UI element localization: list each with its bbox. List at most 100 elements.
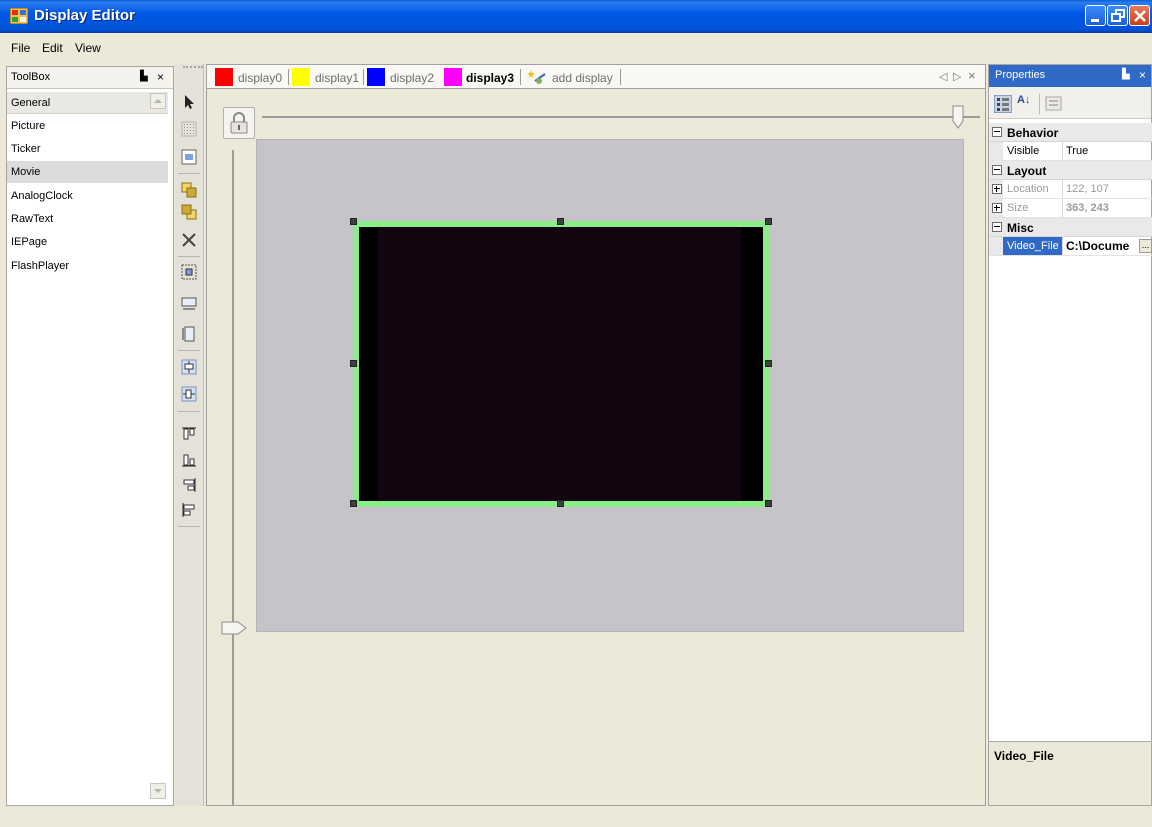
- bring-to-front-icon[interactable]: [181, 182, 197, 198]
- tab-display0[interactable]: display0: [238, 71, 282, 85]
- tab-display1[interactable]: display1: [315, 71, 359, 85]
- tab-display3-color[interactable]: [444, 68, 462, 86]
- resize-handle-bottom-left[interactable]: [350, 500, 357, 507]
- toolbox-item-movie[interactable]: Movie: [7, 161, 168, 183]
- tab-display2[interactable]: display2: [390, 71, 434, 85]
- delete-icon[interactable]: [181, 232, 197, 248]
- minimize-button[interactable]: [1085, 5, 1106, 26]
- toolbox-item-analogclock[interactable]: AnalogClock: [7, 185, 168, 207]
- property-row-location[interactable]: Location 122, 107: [989, 180, 1152, 199]
- category-behavior[interactable]: Behavior: [989, 123, 1152, 142]
- collapse-icon[interactable]: [992, 222, 1002, 232]
- tab-display2-color[interactable]: [367, 68, 385, 86]
- collapse-icon[interactable]: [992, 165, 1002, 175]
- resize-handle-top-right[interactable]: [765, 218, 772, 225]
- toolbox-item-ticker[interactable]: Ticker: [7, 138, 168, 160]
- tab-separator: [620, 69, 621, 85]
- property-pages-icon[interactable]: [1045, 95, 1063, 113]
- chevron-down-icon: [154, 789, 162, 793]
- properties-page-icon[interactable]: [181, 149, 197, 165]
- resize-handle-top[interactable]: [557, 218, 564, 225]
- toolbox-item-flashplayer[interactable]: FlashPlayer: [7, 255, 168, 277]
- horizontal-slider-thumb[interactable]: [952, 105, 964, 129]
- movie-element[interactable]: [353, 221, 769, 507]
- align-right-icon[interactable]: [181, 477, 197, 493]
- menu-view[interactable]: View: [75, 41, 101, 55]
- add-display-icon[interactable]: [527, 69, 547, 85]
- property-row-video-file[interactable]: Video_File C:\Docume ...: [989, 237, 1152, 256]
- property-name: Video_File: [1003, 237, 1062, 255]
- display-canvas[interactable]: [256, 139, 964, 632]
- grid-icon[interactable]: [181, 121, 197, 137]
- resize-handle-bottom-right[interactable]: [765, 500, 772, 507]
- expand-icon[interactable]: [992, 203, 1002, 213]
- category-layout[interactable]: Layout: [989, 161, 1152, 180]
- category-misc[interactable]: Misc: [989, 218, 1152, 237]
- tab-add-display[interactable]: add display: [552, 71, 613, 85]
- toolstrip-separator: [178, 173, 200, 174]
- scroll-down-button[interactable]: [150, 783, 166, 799]
- toolbox-close-icon[interactable]: ×: [157, 70, 164, 84]
- align-left-icon[interactable]: [181, 502, 197, 518]
- toolstrip-grip[interactable]: [183, 66, 203, 69]
- toolbox-item-iepage[interactable]: IEPage: [7, 231, 168, 253]
- property-value[interactable]: 363, 243: [1066, 202, 1109, 214]
- send-to-back-icon[interactable]: [181, 204, 197, 220]
- toolbar-separator: [1039, 94, 1040, 114]
- categorized-icon[interactable]: [994, 95, 1012, 113]
- fit-height-icon[interactable]: [181, 326, 197, 342]
- property-name: Visible: [1007, 145, 1040, 157]
- layout-toolstrip: [175, 64, 204, 806]
- category-misc-label: Misc: [1007, 221, 1034, 235]
- vertical-slider-thumb[interactable]: [221, 621, 247, 635]
- center-both-icon[interactable]: [181, 264, 197, 280]
- tab-display0-color[interactable]: [215, 68, 233, 86]
- align-bottom-icon[interactable]: [181, 452, 197, 468]
- sort-alphabetical-icon[interactable]: A↓: [1017, 94, 1035, 112]
- center-horizontal-icon[interactable]: [181, 359, 197, 375]
- toolbox-panel: ToolBox ▙ × General Picture Ticker Movie…: [6, 66, 174, 806]
- tab-scroll-left-icon[interactable]: ◁: [939, 70, 947, 83]
- toolstrip-separator: [178, 411, 200, 412]
- chevron-up-icon: [154, 99, 162, 103]
- property-row-size[interactable]: Size 363, 243: [989, 199, 1152, 218]
- lock-button[interactable]: [223, 107, 255, 139]
- properties-header: Properties ▙ ×: [989, 65, 1151, 87]
- close-button[interactable]: [1129, 5, 1150, 26]
- property-value[interactable]: True: [1066, 145, 1088, 157]
- properties-toolbar: A↓: [989, 87, 1151, 119]
- align-top-icon[interactable]: [181, 426, 197, 442]
- toolstrip-separator: [178, 526, 200, 527]
- resize-handle-bottom[interactable]: [557, 500, 564, 507]
- menu-file[interactable]: File: [11, 41, 30, 55]
- property-value[interactable]: C:\Docume: [1066, 239, 1129, 253]
- tab-scroll-right-icon[interactable]: ▷: [953, 70, 961, 83]
- row-gutter: [989, 142, 1003, 160]
- expand-icon[interactable]: [992, 184, 1002, 194]
- toolbox-item-picture[interactable]: Picture: [7, 115, 168, 137]
- toolbox-item-rawtext[interactable]: RawText: [7, 208, 168, 230]
- resize-handle-left[interactable]: [350, 360, 357, 367]
- browse-button[interactable]: ...: [1139, 239, 1152, 253]
- pin-icon[interactable]: ▙: [1122, 69, 1130, 80]
- toolbox-group-general[interactable]: General: [7, 92, 168, 114]
- restore-button[interactable]: [1107, 5, 1128, 26]
- property-row-visible[interactable]: Visible True: [989, 142, 1152, 161]
- property-value[interactable]: 122, 107: [1066, 183, 1109, 195]
- scroll-up-button[interactable]: [150, 93, 166, 109]
- resize-handle-top-left[interactable]: [350, 218, 357, 225]
- properties-close-icon[interactable]: ×: [1139, 68, 1146, 82]
- pin-icon[interactable]: ▙: [140, 71, 148, 82]
- pointer-icon[interactable]: [181, 94, 197, 110]
- display-document: display0 display1 display2 display3 add …: [206, 64, 986, 806]
- row-gutter: [989, 237, 1003, 255]
- tab-close-icon[interactable]: ×: [968, 68, 976, 83]
- resize-handle-right[interactable]: [765, 360, 772, 367]
- collapse-icon[interactable]: [992, 127, 1002, 137]
- menu-edit[interactable]: Edit: [42, 41, 63, 55]
- center-vertical-icon[interactable]: [181, 386, 197, 402]
- fit-width-icon[interactable]: [181, 296, 197, 312]
- category-layout-label: Layout: [1007, 164, 1047, 178]
- tab-display3[interactable]: display3: [466, 71, 514, 85]
- tab-display1-color[interactable]: [292, 68, 310, 86]
